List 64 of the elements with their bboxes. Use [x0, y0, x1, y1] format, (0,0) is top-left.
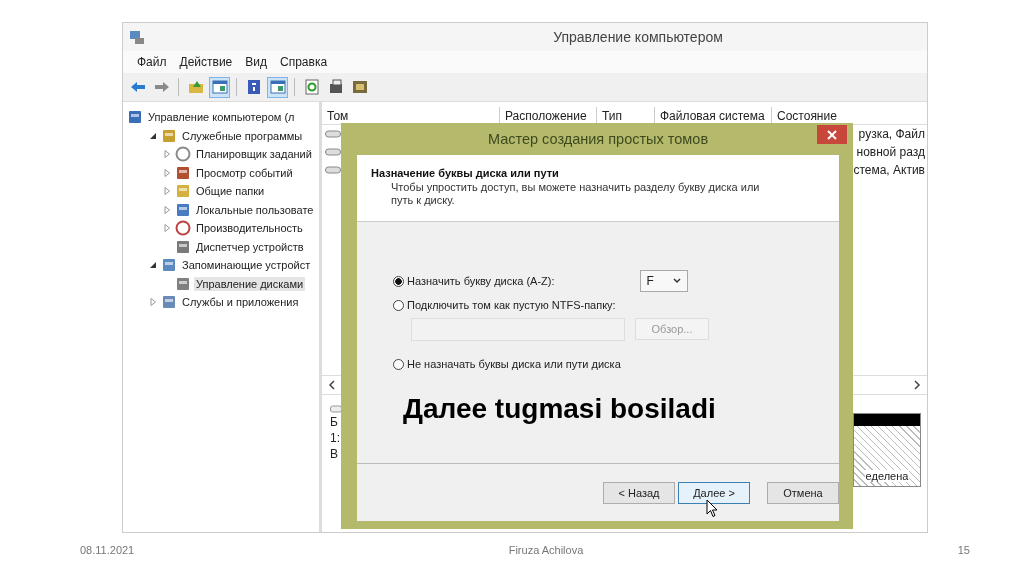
pane-icon — [269, 79, 286, 95]
option-label[interactable]: Назначить букву диска (A-Z): — [407, 275, 555, 287]
slide-date: 08.11.2021 — [80, 544, 135, 556]
disk-label: 1: — [330, 431, 341, 445]
wizard-button[interactable]: Далее > — [678, 481, 750, 504]
collapsed-arrow-icon[interactable] — [163, 224, 171, 233]
up-icon — [187, 79, 204, 95]
scroll-right-icon[interactable] — [913, 380, 921, 390]
tree-item[interactable]: Диспетчер устройств — [194, 239, 306, 254]
table-cell-text: новной разд — [856, 145, 926, 159]
forward-icon — [153, 79, 170, 95]
slide-caption: Далее tugmasi bosiladi — [403, 393, 716, 425]
menu-item[interactable]: Файл — [137, 55, 167, 69]
slide-number: 15 — [957, 544, 970, 556]
chevron-down-icon — [672, 278, 681, 284]
expanded-arrow-icon[interactable] — [149, 261, 157, 270]
partition-header-bar — [854, 414, 920, 426]
partition-status: еделена — [864, 470, 910, 482]
slide-author: Firuza Achilova — [508, 544, 584, 556]
tree-item[interactable]: Планировщик заданий — [194, 147, 314, 162]
menu-item[interactable]: Действие — [179, 55, 233, 69]
tree-item[interactable]: Просмотр событий — [194, 165, 295, 180]
mouse-cursor-icon — [706, 499, 718, 518]
wizard-button[interactable]: Отмена — [767, 481, 839, 504]
column-header[interactable]: Состояние — [772, 107, 927, 124]
menu-item[interactable]: Вид — [245, 55, 267, 69]
disk-label: В — [330, 447, 339, 461]
disk-label: Б — [330, 415, 339, 429]
back-icon — [129, 79, 146, 95]
help-icon — [245, 79, 262, 95]
window-title: Управление компьютером — [552, 29, 724, 45]
page-heading: Назначение буквы диска или пути — [371, 167, 560, 179]
tree-item[interactable]: Служебные программы — [180, 128, 305, 143]
partition-block[interactable]: еделена — [853, 413, 921, 487]
scroll-left-icon[interactable] — [328, 380, 336, 390]
tree-item[interactable]: Локальные пользовате — [194, 202, 316, 217]
collapsed-arrow-icon[interactable] — [163, 168, 171, 177]
wizard-button[interactable]: < Назад — [603, 481, 675, 504]
dialog-title: Мастер создания простых томов — [487, 131, 709, 147]
drive-letter-dropdown[interactable]: F — [639, 270, 688, 292]
expanded-arrow-icon[interactable] — [149, 131, 157, 140]
pane-button[interactable] — [209, 76, 230, 98]
tree-item[interactable]: Запоминающие устройст — [180, 258, 313, 273]
option-label[interactable]: Не назначать буквы диска или пути диска — [407, 358, 621, 370]
radio-button[interactable] — [393, 358, 404, 370]
close-button[interactable] — [817, 125, 847, 144]
collapsed-arrow-icon[interactable] — [163, 205, 171, 214]
collapsed-arrow-icon[interactable] — [149, 298, 157, 307]
collapsed-arrow-icon[interactable] — [163, 187, 171, 196]
radio-button[interactable] — [393, 275, 404, 287]
collapsed-arrow-icon[interactable] — [163, 150, 171, 159]
pane-icon — [211, 79, 228, 95]
tree-item[interactable]: Управление компьютером (л — [146, 110, 297, 125]
tree-item[interactable]: Общие папки — [194, 184, 267, 199]
table-cell-text: стема, Актив — [853, 163, 926, 177]
pane-button[interactable] — [267, 76, 288, 98]
table-cell-text: рузка, Файл — [858, 127, 926, 141]
page-description: Чтобы упростить доступ, вы можете назначить разделу букву диска или путь к диску. — [390, 181, 761, 207]
tree-item[interactable]: Службы и приложения — [180, 295, 301, 310]
tree-item[interactable]: Производительность — [194, 221, 305, 236]
menu-item[interactable]: Справка — [280, 55, 328, 69]
tree-item[interactable]: Управление дисками — [194, 276, 306, 291]
close-icon — [827, 129, 837, 140]
refresh-icon — [303, 79, 320, 95]
